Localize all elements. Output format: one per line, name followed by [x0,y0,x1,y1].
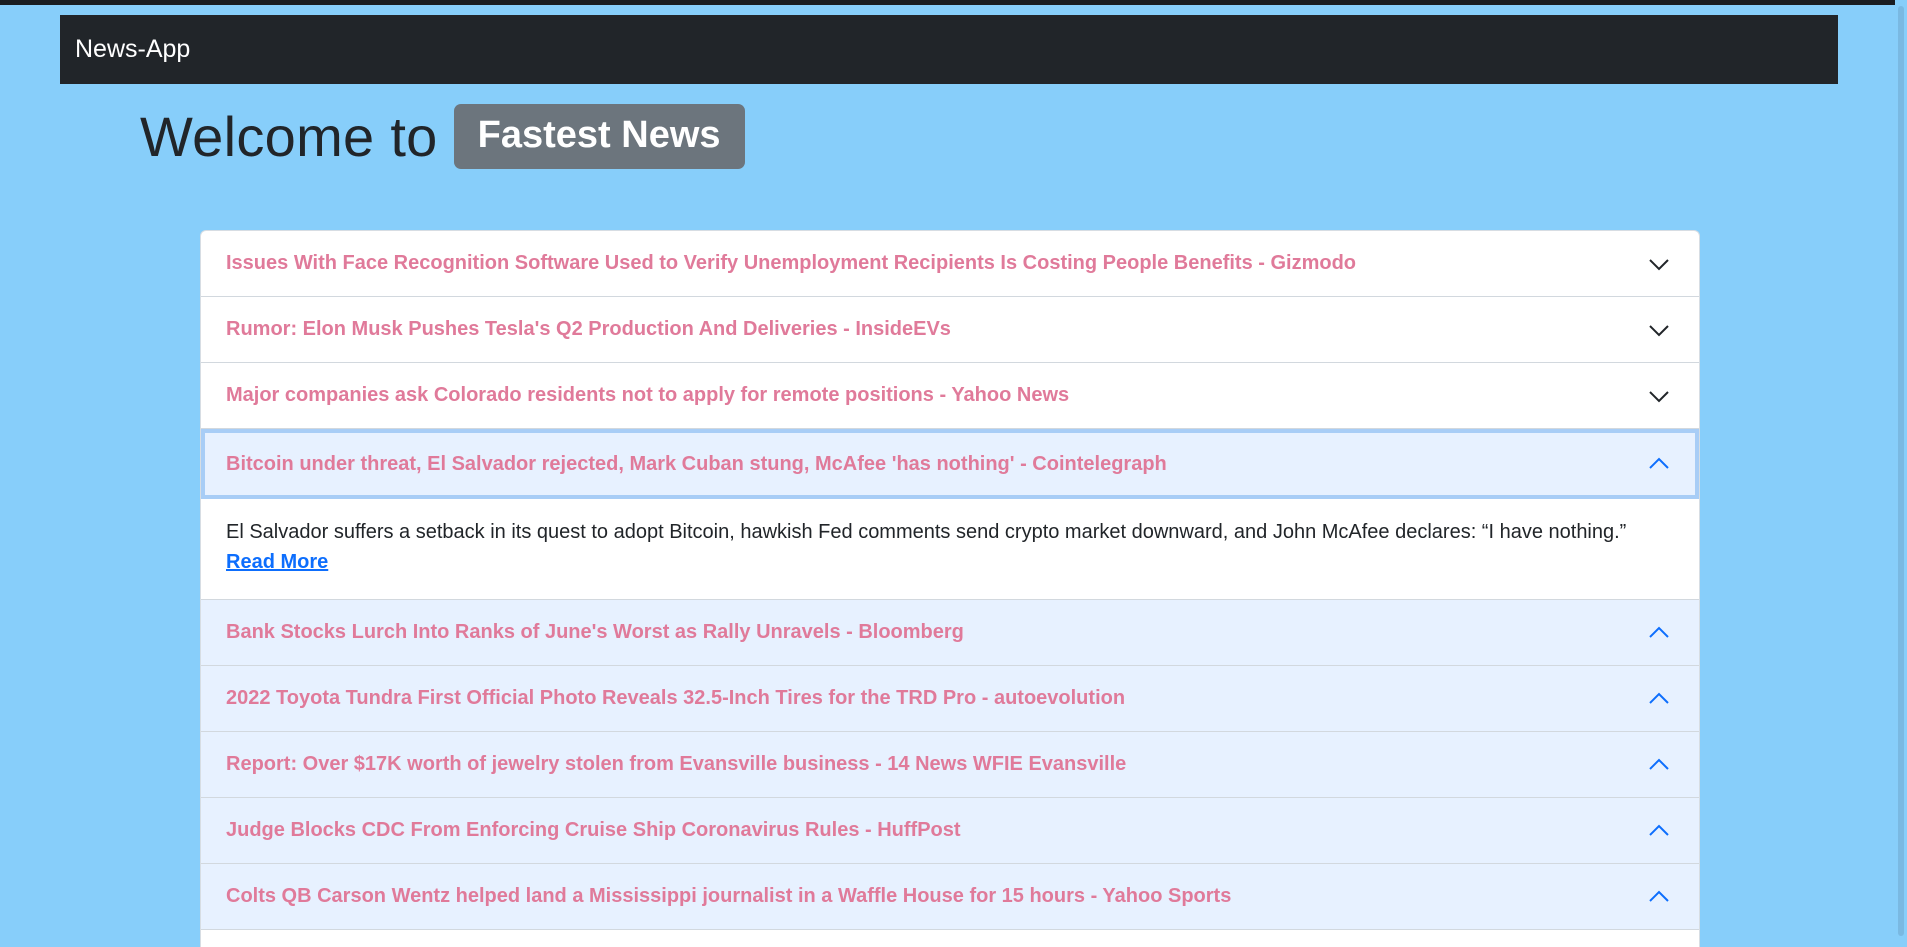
accordion-header-1[interactable]: Issues With Face Recognition Software Us… [201,231,1699,296]
accordion-item: Rumor: Elon Musk Pushes Tesla's Q2 Produ… [201,297,1699,363]
chevron-up-icon [1649,758,1669,770]
news-title: Judge Blocks CDC From Enforcing Cruise S… [226,819,961,841]
accordion-item: Bank Stocks Lurch Into Ranks of June's W… [201,600,1699,666]
accordion-item: Bitcoin under threat, El Salvador reject… [201,429,1699,600]
accordion-item: Issues With Face Recognition Software Us… [201,231,1699,297]
accordion-body: El Salvador suffers a setback in its que… [201,499,1699,599]
accordion-item: Report: Over $17K worth of jewelry stole… [201,732,1699,798]
chevron-up-icon [1649,890,1669,902]
accordion-header-7[interactable]: Report: Over $17K worth of jewelry stole… [201,732,1699,797]
navbar: News-App [60,15,1838,84]
news-title: Bitcoin under threat, El Salvador reject… [226,452,1167,475]
news-title: Rumor: Elon Musk Pushes Tesla's Q2 Produ… [226,318,951,340]
news-title: 2022 Toyota Tundra First Official Photo … [226,687,1126,709]
accordion-header-8[interactable]: Judge Blocks CDC From Enforcing Cruise S… [201,798,1699,863]
news-title: Bank Stocks Lurch Into Ranks of June's W… [226,621,964,643]
news-title: Colts QB Carson Wentz helped land a Miss… [226,885,1232,907]
hero: Welcome to Fastest News [140,104,745,169]
accordion-header-6[interactable]: 2022 Toyota Tundra First Official Photo … [201,666,1699,731]
accordion-header-9[interactable]: Colts QB Carson Wentz helped land a Miss… [201,864,1699,929]
accordion-header-5[interactable]: Bank Stocks Lurch Into Ranks of June's W… [201,600,1699,665]
chevron-down-icon [1649,258,1669,270]
chevron-up-icon [1649,626,1669,638]
news-title: Major companies ask Colorado residents n… [226,384,1070,406]
chevron-up-icon [1649,457,1669,469]
accordion-item: Judge Blocks CDC From Enforcing Cruise S… [201,798,1699,864]
chevron-up-icon [1649,824,1669,836]
news-accordion: Issues With Face Recognition Software Us… [200,230,1700,947]
accordion-header-4[interactable]: Bitcoin under threat, El Salvador reject… [201,429,1699,499]
scrollbar-thumb[interactable] [1898,6,1904,936]
read-more-link[interactable]: Read More [226,551,328,573]
fastest-news-badge: Fastest News [453,104,745,169]
chevron-down-icon [1649,390,1669,402]
accordion-item: Major companies ask Colorado residents n… [201,363,1699,429]
chevron-up-icon [1649,692,1669,704]
accordion-header-3[interactable]: Major companies ask Colorado residents n… [201,363,1699,428]
page-scrollbar[interactable] [1895,0,1907,947]
news-title: Report: Over $17K worth of jewelry stole… [226,753,1127,775]
accordion-item: 2022 Toyota Tundra First Official Photo … [201,666,1699,732]
accordion-header-2[interactable]: Rumor: Elon Musk Pushes Tesla's Q2 Produ… [201,297,1699,362]
navbar-brand[interactable]: News-App [75,35,190,64]
accordion-item: Colts QB Carson Wentz helped land a Miss… [201,864,1699,930]
welcome-heading: Welcome to [140,105,438,168]
window-top-strip [0,0,1907,5]
news-description: El Salvador suffers a setback in its que… [226,521,1627,543]
chevron-down-icon [1649,324,1669,336]
news-title: Issues With Face Recognition Software Us… [226,252,1357,274]
